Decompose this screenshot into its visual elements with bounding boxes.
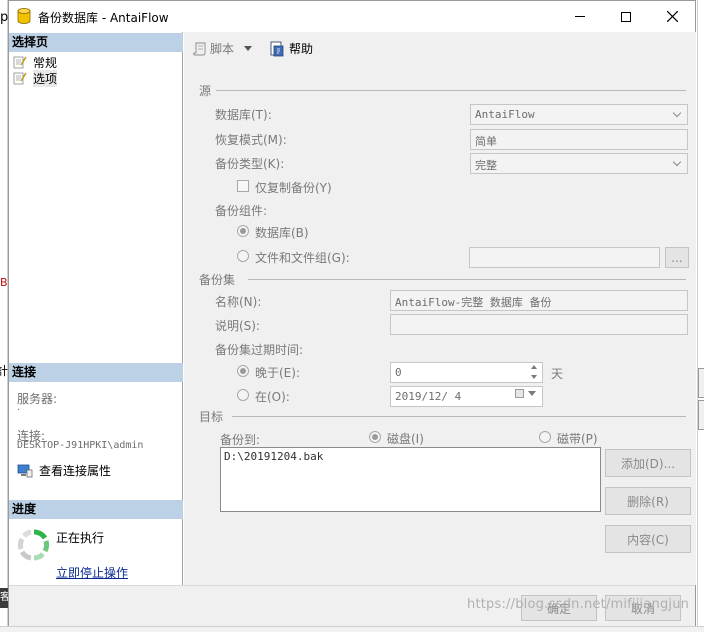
copy-only-checkbox[interactable] xyxy=(237,180,249,192)
close-icon xyxy=(666,11,678,22)
browse-filegroups-button[interactable]: ... xyxy=(665,247,689,268)
options-content: 源 数据库(T): AntaiFlow 恢复模式(M): 简单 备份类型(K):… xyxy=(184,64,696,585)
disk-radio[interactable] xyxy=(369,431,381,443)
description-label: 说明(S): xyxy=(215,319,261,333)
progress-status: 正在执行 xyxy=(56,531,105,545)
destination-group-title: 目标 xyxy=(199,410,224,424)
maximize-button[interactable] xyxy=(603,1,649,32)
calendar-icon xyxy=(515,389,524,398)
expire-after-label: 晚于(E): xyxy=(255,366,300,380)
component-files-label: 文件和文件组(G): xyxy=(255,251,350,265)
close-button[interactable] xyxy=(649,1,695,32)
page-item-options-label: 选项 xyxy=(33,69,58,87)
calendar-chevron-icon xyxy=(528,391,536,396)
background-app-bottom xyxy=(0,626,704,632)
component-files-radio[interactable] xyxy=(237,250,249,262)
page-wrench-icon xyxy=(13,56,27,69)
source-group-title: 源 xyxy=(199,84,212,98)
tape-radio[interactable] xyxy=(539,431,551,443)
help-icon xyxy=(270,41,284,56)
script-icon xyxy=(193,42,206,55)
copy-only-label: 仅复制备份(Y) xyxy=(255,181,332,195)
days-unit-label: 天 xyxy=(551,367,564,381)
toolbar: 脚本 帮助 xyxy=(184,32,696,64)
description-field[interactable] xyxy=(390,314,688,335)
expire-after-radio[interactable] xyxy=(237,365,249,377)
recovery-model-field: 简单 xyxy=(470,129,688,150)
destination-list[interactable]: D:\20191204.bak xyxy=(220,447,601,512)
page-item-general-label: 常规 xyxy=(33,55,58,70)
background-fragment-top: op xyxy=(0,10,9,25)
contents-button[interactable]: 内容(C) xyxy=(605,525,691,553)
background-scroll-block-2 xyxy=(698,400,704,430)
watermark: https://blog.csdn.net/mifijiangjun xyxy=(467,597,690,612)
background-app-left: op 計 B 客 xyxy=(0,0,8,632)
script-label: 脚本 xyxy=(210,42,235,56)
backup-set-divider xyxy=(248,279,686,280)
view-connection-properties-link[interactable]: 查看连接属性 xyxy=(17,462,111,479)
maximize-icon xyxy=(621,11,631,22)
script-dropdown-icon[interactable] xyxy=(244,46,253,51)
background-fragment-mid: 計 xyxy=(0,364,9,378)
backup-database-dialog: 备份数据库 - AntaiFlow 选择页 常规 选项 连接 服务器: . 连接… xyxy=(8,0,696,626)
server-label: 服务器: xyxy=(17,392,58,406)
minimize-icon xyxy=(575,16,585,17)
connection-properties-icon xyxy=(17,464,33,477)
recovery-model-label: 恢复模式(M): xyxy=(215,133,287,147)
connection-header: 连接 xyxy=(9,363,183,382)
background-scroll-block xyxy=(698,368,704,398)
backup-name-field[interactable]: AntaiFlow-完整 数据库 备份 xyxy=(390,290,688,311)
component-database-label: 数据库(B) xyxy=(255,226,309,240)
source-divider xyxy=(216,90,686,91)
database-select[interactable]: AntaiFlow xyxy=(470,104,688,125)
page-item-options[interactable]: 选项 xyxy=(13,69,58,87)
database-label: 数据库(T): xyxy=(215,108,272,122)
add-destination-button[interactable]: 添加(D)... xyxy=(605,449,691,477)
minimize-button[interactable] xyxy=(557,1,603,32)
script-button[interactable]: 脚本 xyxy=(192,40,253,57)
page-item-general[interactable]: 常规 xyxy=(13,54,57,70)
backup-name-label: 名称(N): xyxy=(215,295,262,309)
expire-after-spinner[interactable]: 0 xyxy=(390,362,543,383)
progress-spinner-icon xyxy=(18,529,50,561)
server-value: . xyxy=(17,402,21,413)
help-label: 帮助 xyxy=(289,42,314,56)
help-button[interactable]: 帮助 xyxy=(269,40,313,57)
backup-type-select[interactable]: 完整 xyxy=(470,153,688,174)
title-bar[interactable]: 备份数据库 - AntaiFlow xyxy=(9,1,695,32)
background-fragment-bottom: 客 xyxy=(0,588,8,608)
spinner-arrows[interactable] xyxy=(529,364,541,381)
background-app-right xyxy=(697,0,704,632)
filegroups-field[interactable] xyxy=(469,247,660,268)
connection-value: DESKTOP-J91HPKI\admin xyxy=(17,440,144,451)
backup-component-label: 备份组件: xyxy=(215,204,268,218)
progress-header: 进度 xyxy=(9,500,183,519)
select-page-header: 选择页 xyxy=(9,33,183,52)
expiry-label: 备份集过期时间: xyxy=(215,343,304,357)
left-pane: 选择页 常规 选项 连接 服务器: . 连接: DESKTOP-J91HPKI\… xyxy=(9,32,183,585)
page-wrench-icon xyxy=(13,72,27,85)
background-fragment-b: B xyxy=(0,276,8,289)
expire-on-radio[interactable] xyxy=(237,389,249,401)
database-icon xyxy=(17,8,31,24)
view-connection-properties-label: 查看连接属性 xyxy=(39,464,112,478)
disk-label: 磁盘(I) xyxy=(387,432,424,446)
expire-on-label: 在(O): xyxy=(255,390,290,404)
stop-now-link[interactable]: 立即停止操作 xyxy=(56,564,128,581)
right-pane: 脚本 帮助 源 数据库(T): AntaiFlow 恢复模式(M): 简单 备份… xyxy=(184,32,696,585)
backup-type-label: 备份类型(K): xyxy=(215,157,285,171)
spin-down-icon[interactable] xyxy=(531,375,537,379)
remove-destination-button[interactable]: 删除(R) xyxy=(605,487,691,515)
component-database-radio[interactable] xyxy=(237,225,249,237)
destination-path-item[interactable]: D:\20191204.bak xyxy=(224,450,323,463)
window-title: 备份数据库 - AntaiFlow xyxy=(38,11,169,25)
calendar-dropdown[interactable] xyxy=(515,389,536,398)
backup-set-group-title: 备份集 xyxy=(199,273,236,287)
destination-divider xyxy=(232,416,686,417)
tape-label: 磁带(P) xyxy=(557,432,598,446)
spin-up-icon[interactable] xyxy=(531,365,537,369)
backup-to-label: 备份到: xyxy=(220,433,261,447)
